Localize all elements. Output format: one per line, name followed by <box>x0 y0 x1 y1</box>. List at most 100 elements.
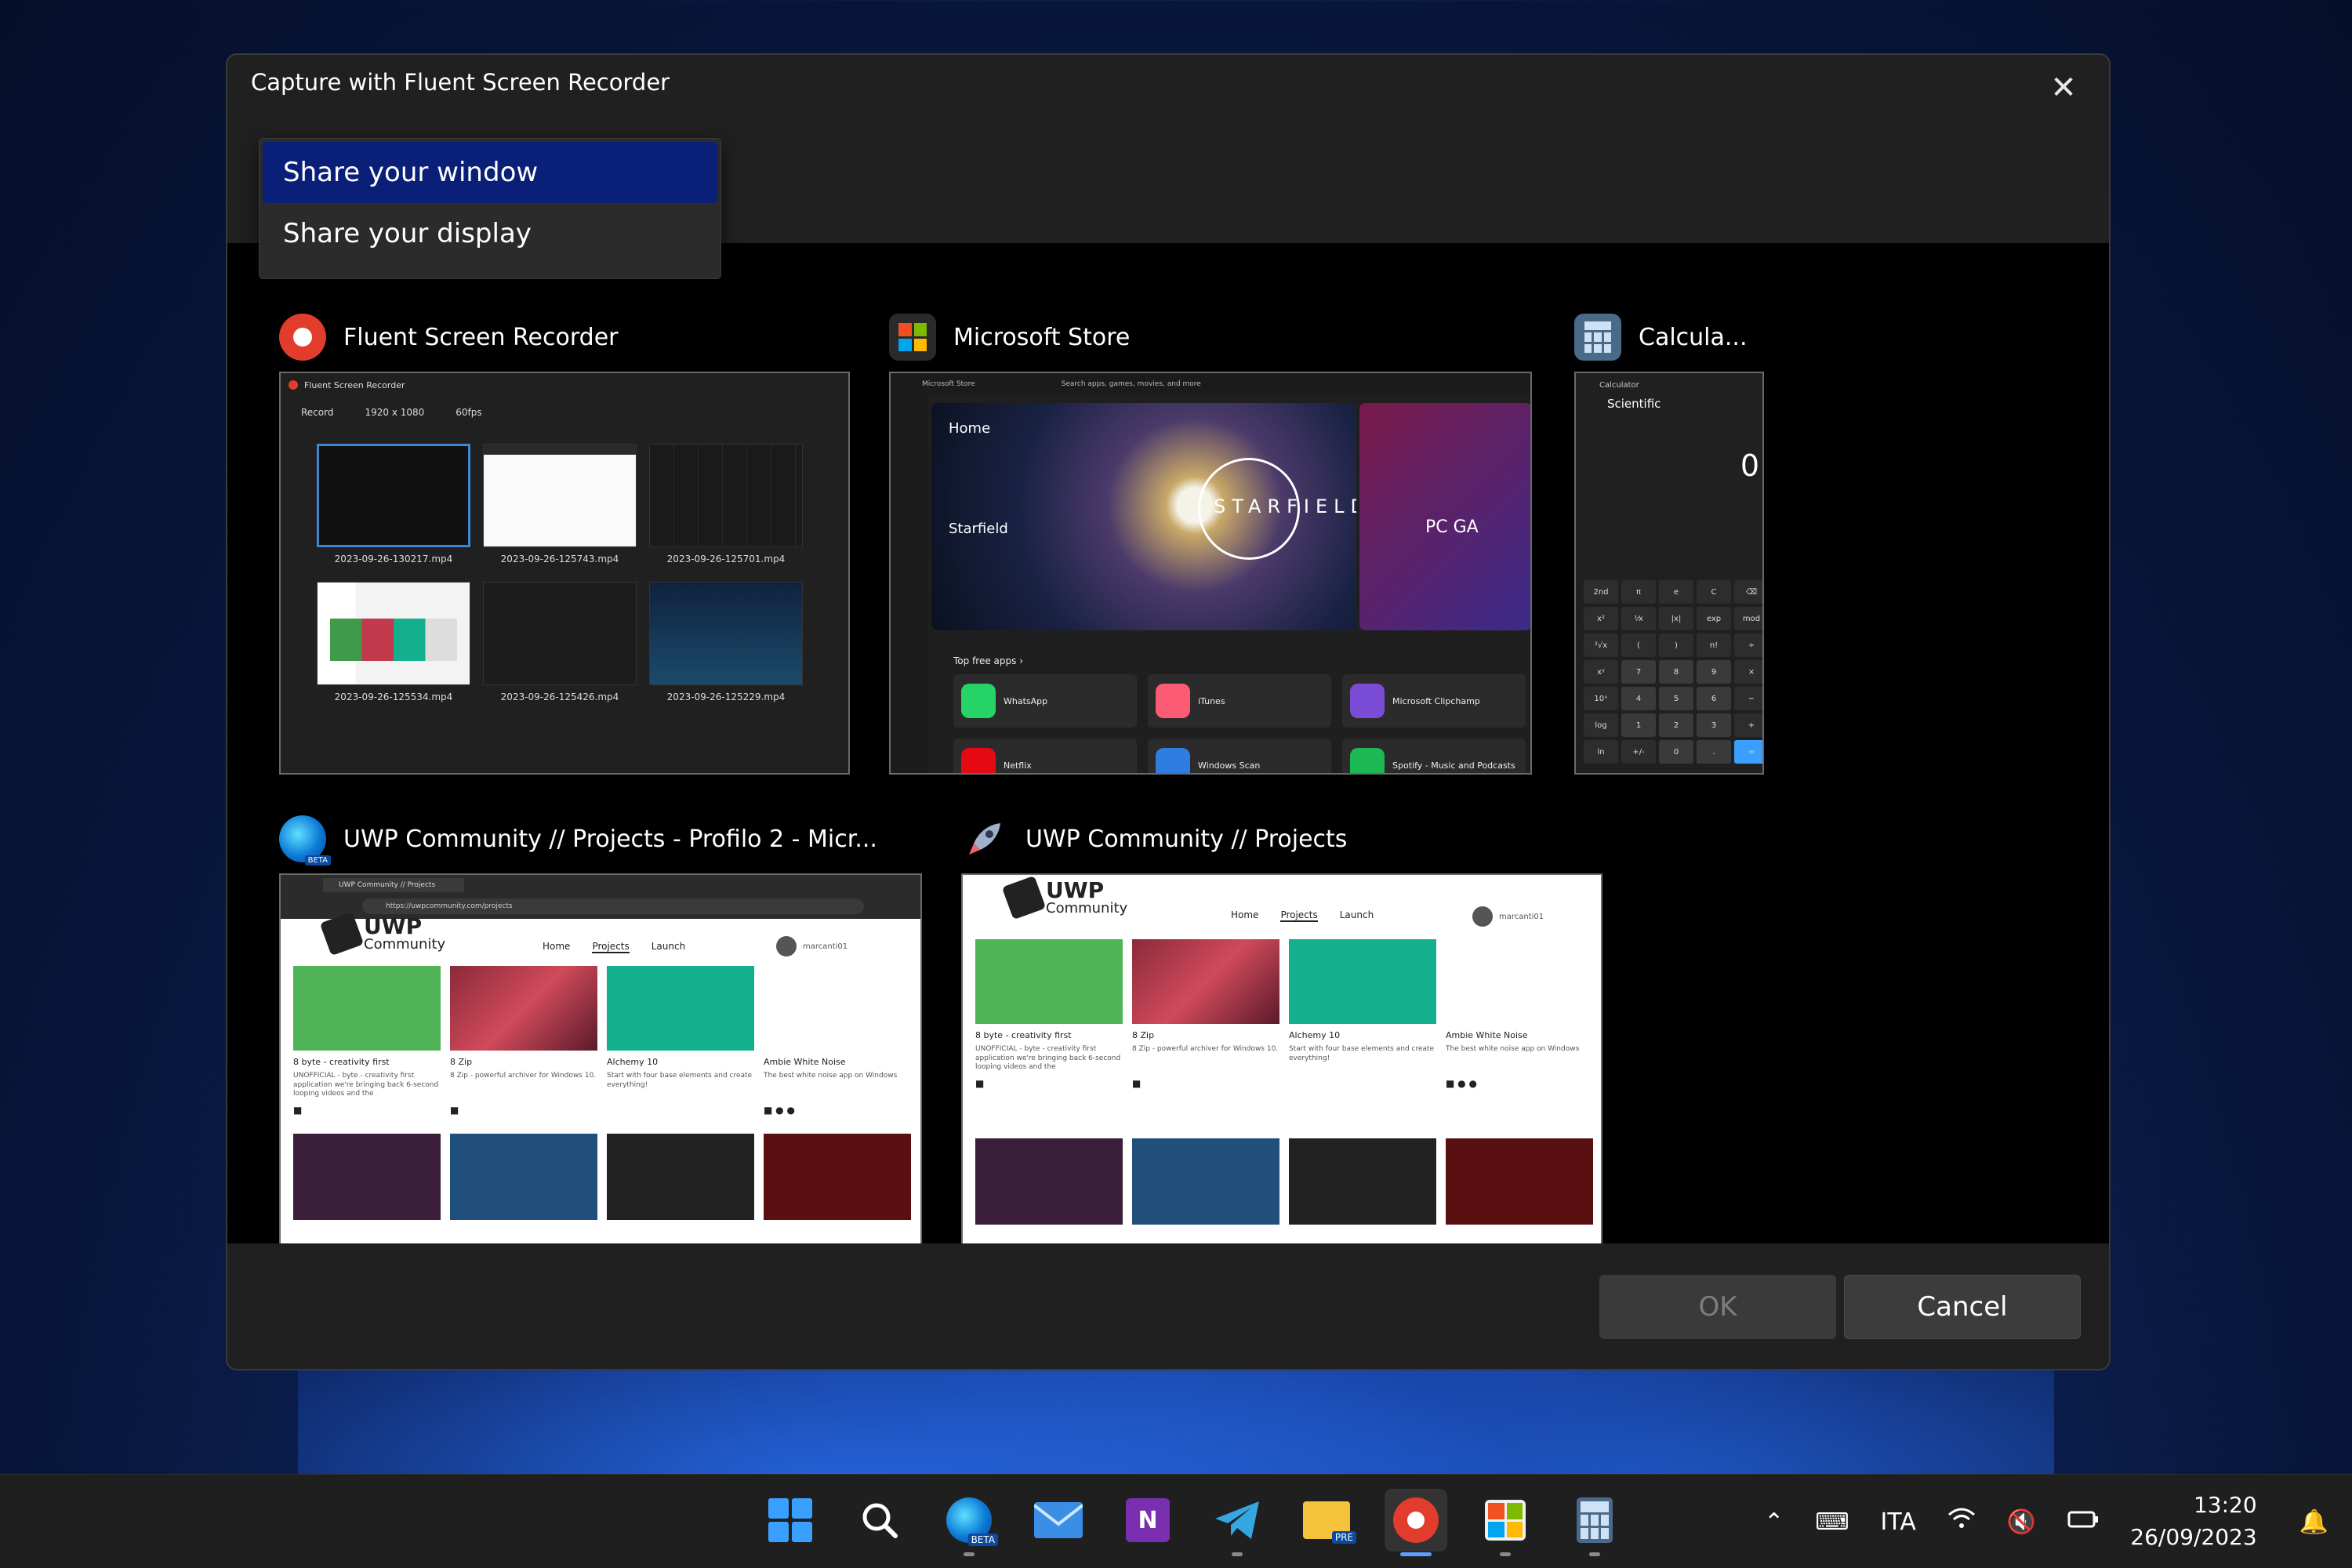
thumb-calc-key: 10ˣ <box>1584 687 1618 710</box>
close-button[interactable]: ✕ <box>2042 66 2085 110</box>
thumb-store-search: Search apps, games, movies, and more <box>1061 380 1201 388</box>
start-icon[interactable] <box>759 1489 822 1552</box>
thumb-calc-key: 8 <box>1659 660 1693 684</box>
thumb-calc-key: 3 <box>1697 713 1731 737</box>
thumb-uwp-user: marcanti01 <box>1472 906 1544 927</box>
thumb-calc-key: C <box>1697 580 1731 604</box>
thumb-calc-key: 2 <box>1659 713 1693 737</box>
wifi-icon[interactable] <box>1947 1507 1976 1537</box>
telegram-icon[interactable] <box>1206 1489 1269 1556</box>
share-mode-dropdown[interactable]: Share your window Share your display <box>259 138 721 279</box>
thumb-calc-key: + <box>1734 713 1762 737</box>
window-title: UWP Community // Projects - Profilo 2 - … <box>343 825 877 853</box>
thumb-uwp-cards-row2 <box>975 1138 1593 1225</box>
window-title: Calcula... <box>1639 323 1748 351</box>
thumb-calc-key: 1 <box>1621 713 1656 737</box>
taskbar: BETA N PRE ⌃ ⌨ ITA 🔇 13:20 26/09/2023 🔔 <box>0 1474 2352 1568</box>
thumb-calc-key: ln <box>1584 740 1618 764</box>
capture-dialog: Capture with Fluent Screen Recorder ✕ Sh… <box>226 53 2111 1370</box>
thumb-uwp-cards: 8 byte - creativity first UNOFFICIAL - by… <box>293 966 911 1120</box>
thumb-calc-key: +/- <box>1621 740 1656 764</box>
thumb-calc-keypad: 2nd π e C ⌫ x² ⅟x |x| exp mod ²√x() n! ÷ xʸ 7 8 9 × 10ˣ 4 5 6… <box>1584 580 1762 764</box>
thumb-calc-key: n! <box>1697 633 1731 657</box>
window-thumbnail[interactable]: Microsoft Store Search apps, games, movi… <box>889 372 1532 775</box>
search-icon[interactable] <box>848 1489 911 1552</box>
clock-time: 13:20 <box>2193 1492 2257 1519</box>
thumb-store-hero: Home STARFIELD Starfield <box>931 403 1356 630</box>
window-title: Microsoft Store <box>953 323 1131 351</box>
window-title: Fluent Screen Recorder <box>343 323 619 351</box>
thumb-calc-key: ) <box>1659 633 1693 657</box>
window-title: UWP Community // Projects <box>1025 825 1348 853</box>
clock[interactable]: 13:20 26/09/2023 <box>2130 1490 2256 1553</box>
thumb-calc-key: |x| <box>1659 607 1693 630</box>
thumb-calc-key: 6 <box>1697 687 1731 710</box>
mail-icon[interactable] <box>1027 1489 1090 1552</box>
notifications-icon[interactable]: 🔔 <box>2299 1508 2328 1536</box>
thumb-calc-key: ⌫ <box>1734 580 1762 604</box>
cancel-button[interactable]: Cancel <box>1844 1275 2081 1339</box>
thumb-app-title: Fluent Screen Recorder <box>281 373 848 397</box>
thumb-uwp-nav: Home Projects Launch <box>543 941 686 953</box>
store-icon[interactable] <box>1474 1489 1537 1556</box>
thumb-recording: 2023-09-26-125701.mp4 <box>649 444 803 564</box>
thumb-calc-key: x² <box>1584 607 1618 630</box>
battery-icon[interactable] <box>2067 1508 2099 1536</box>
thumb-edge-chrome: UWP Community // Projects https://uwpcom… <box>281 875 920 919</box>
language-indicator[interactable]: ITA <box>1881 1508 1916 1536</box>
thumb-uwp-cards-row2 <box>293 1134 911 1220</box>
thumb-resolution: 1920 x 1080 <box>365 407 425 418</box>
thumb-uwp-logo: UWP Community <box>319 911 445 956</box>
onenote-icon[interactable]: N <box>1116 1489 1179 1552</box>
file-explorer-preview-icon[interactable]: PRE <box>1295 1489 1358 1552</box>
thumb-calc-key: 9 <box>1697 660 1731 684</box>
option-share-display[interactable]: Share your display <box>263 203 717 264</box>
thumb-calc-key: 2nd <box>1584 580 1618 604</box>
keyboard-icon[interactable]: ⌨ <box>1815 1508 1849 1536</box>
window-thumbnail[interactable]: Fluent Screen Recorder Record 1920 x 108… <box>279 372 850 775</box>
option-share-window[interactable]: Share your window <box>263 142 717 203</box>
thumb-calc-key: exp <box>1697 607 1731 630</box>
ok-button[interactable]: OK <box>1599 1275 1836 1339</box>
thumb-uwp-user: marcanti01 <box>776 936 848 956</box>
fluent-recorder-icon[interactable] <box>1385 1489 1447 1556</box>
clock-date: 26/09/2023 <box>2130 1524 2257 1550</box>
dialog-title: Capture with Fluent Screen Recorder <box>251 69 670 96</box>
dialog-footer: OK Cancel <box>227 1243 2109 1369</box>
thumb-store-apps-row: Netflix Windows Scan Spotify - Music and… <box>953 739 1526 773</box>
thumb-toolbar: Record 1920 x 1080 60fps <box>281 397 848 428</box>
thumb-calc-key: log <box>1584 713 1618 737</box>
calculator-icon <box>1574 314 1621 361</box>
thumb-record-label: Record <box>301 407 334 418</box>
window-thumbnail[interactable]: Calculator Scientific 0 2nd π e C ⌫ x² ⅟x |x| ex… <box>1574 372 1764 775</box>
thumb-recording: 2023-09-26-125426.mp4 <box>483 582 637 702</box>
window-thumbnail[interactable]: UWP Community Home Projects Launch marcan… <box>961 873 1602 1278</box>
thumb-store-rail <box>891 395 928 773</box>
window-picker: Fluent Screen Recorder Fluent Screen Rec… <box>227 243 2109 1278</box>
thumb-calc-key: = <box>1734 740 1762 764</box>
edge-beta-icon[interactable]: BETA <box>938 1489 1000 1556</box>
calculator-icon[interactable] <box>1563 1489 1626 1556</box>
thumb-recording: 2023-09-26-125229.mp4 <box>649 582 803 702</box>
thumb-store-promo: PC GA <box>1359 403 1530 630</box>
thumb-calc-key: e <box>1659 580 1693 604</box>
thumb-uwp-cards: 8 byte - creativity first UNOFFICIAL - by… <box>975 939 1593 1094</box>
system-tray: ⌃ ⌨ ITA 🔇 13:20 26/09/2023 🔔 <box>1748 1475 2352 1568</box>
taskbar-apps: BETA N PRE <box>759 1489 1626 1556</box>
thumb-recording: 2023-09-26-125743.mp4 <box>483 444 637 564</box>
volume-muted-icon[interactable]: 🔇 <box>2007 1508 2036 1536</box>
thumb-calc-key: 5 <box>1659 687 1693 710</box>
thumb-calc-key: 0 <box>1659 740 1693 764</box>
thumb-calc-key: 4 <box>1621 687 1656 710</box>
thumb-calc-key: . <box>1697 740 1731 764</box>
edge-beta-icon: BETA <box>279 815 331 866</box>
rocket-icon <box>961 815 1008 862</box>
thumb-recordings-grid: 2023-09-26-130217.mp4 2023-09-26-125743.… <box>317 444 803 702</box>
chevron-up-icon[interactable]: ⌃ <box>1764 1508 1784 1536</box>
thumb-uwp-logo: UWP Community <box>1001 875 1127 920</box>
thumb-calc-key: ÷ <box>1734 633 1762 657</box>
thumb-fps: 60fps <box>456 407 482 418</box>
window-thumbnail[interactable]: UWP Community // Projects https://uwpcom… <box>279 873 922 1278</box>
thumb-calc-key: ⅟x <box>1621 607 1656 630</box>
thumb-calc-key: ( <box>1621 633 1656 657</box>
